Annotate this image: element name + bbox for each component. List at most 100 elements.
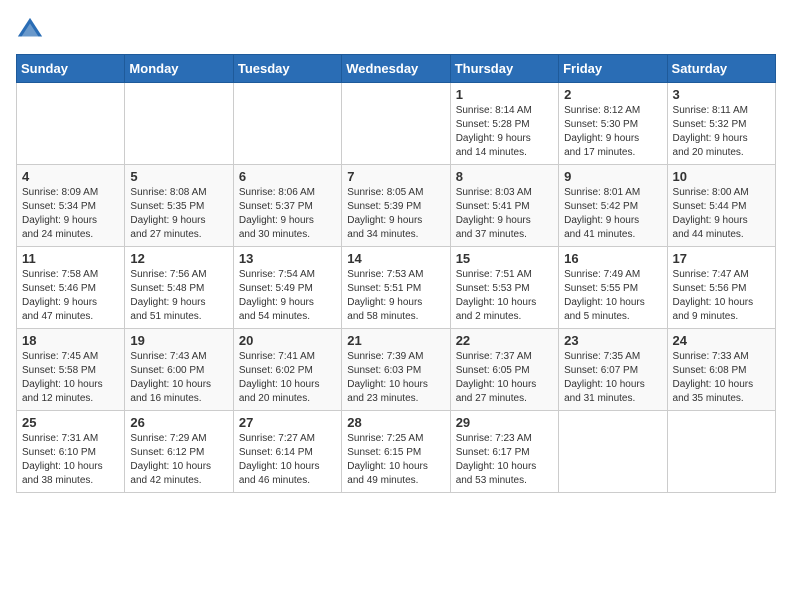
calendar-cell: 14 Sunrise: 7:53 AM Sunset: 5:51 PM Dayli… [342,247,450,329]
day-number: 5 [130,169,227,184]
calendar-cell: 26 Sunrise: 7:29 AM Sunset: 6:12 PM Dayli… [125,411,233,493]
calendar-cell: 5 Sunrise: 8:08 AM Sunset: 5:35 PM Daylig… [125,165,233,247]
calendar-cell: 22 Sunrise: 7:37 AM Sunset: 6:05 PM Dayli… [450,329,558,411]
day-info: Sunrise: 8:06 AM Sunset: 5:37 PM Dayligh… [239,186,336,242]
day-number: 19 [130,333,227,348]
day-number: 2 [564,87,661,102]
week-row-4: 25 Sunrise: 7:31 AM Sunset: 6:10 PM Dayli… [17,411,776,493]
calendar-cell: 1Sunrise: 8:14 AM Sunset: 5:28 PM Daylig… [450,83,558,165]
day-info: Sunrise: 7:35 AM Sunset: 6:07 PM Dayligh… [564,350,661,406]
calendar-cell: 6 Sunrise: 8:06 AM Sunset: 5:37 PM Daylig… [233,165,341,247]
day-number: 11 [22,251,119,266]
calendar-cell: 21Sunrise: 7:39 AM Sunset: 6:03 PM Dayli… [342,329,450,411]
calendar-cell: 23 Sunrise: 7:35 AM Sunset: 6:07 PM Dayli… [559,329,667,411]
calendar-cell [17,83,125,165]
day-number: 27 [239,415,336,430]
calendar-cell: 24 Sunrise: 7:33 AM Sunset: 6:08 PM Dayli… [667,329,775,411]
day-number: 24 [673,333,770,348]
day-number: 26 [130,415,227,430]
calendar-cell: 11 Sunrise: 7:58 AM Sunset: 5:46 PM Dayli… [17,247,125,329]
calendar-cell: 9Sunrise: 8:01 AM Sunset: 5:42 PM Daylig… [559,165,667,247]
calendar-cell: 17 Sunrise: 7:47 AM Sunset: 5:56 PM Dayli… [667,247,775,329]
day-number: 16 [564,251,661,266]
logo [16,16,48,44]
day-number: 8 [456,169,553,184]
col-header-thursday: Thursday [450,55,558,83]
calendar-cell: 10 Sunrise: 8:00 AM Sunset: 5:44 PM Dayli… [667,165,775,247]
day-number: 15 [456,251,553,266]
day-number: 10 [673,169,770,184]
day-number: 25 [22,415,119,430]
day-info: Sunrise: 7:45 AM Sunset: 5:58 PM Dayligh… [22,350,119,406]
calendar-cell [233,83,341,165]
day-info: Sunrise: 7:53 AM Sunset: 5:51 PM Dayligh… [347,268,444,324]
day-info: Sunrise: 8:05 AM Sunset: 5:39 PM Dayligh… [347,186,444,242]
logo-icon [16,16,44,44]
day-info: Sunrise: 7:29 AM Sunset: 6:12 PM Dayligh… [130,432,227,488]
day-info: Sunrise: 7:51 AM Sunset: 5:53 PM Dayligh… [456,268,553,324]
calendar-cell: 15 Sunrise: 7:51 AM Sunset: 5:53 PM Dayli… [450,247,558,329]
day-number: 4 [22,169,119,184]
day-info: Sunrise: 8:14 AM Sunset: 5:28 PM Dayligh… [456,104,553,160]
calendar-cell: 8 Sunrise: 8:03 AM Sunset: 5:41 PM Daylig… [450,165,558,247]
calendar-cell: 27 Sunrise: 7:27 AM Sunset: 6:14 PM Dayli… [233,411,341,493]
calendar-cell: 18 Sunrise: 7:45 AM Sunset: 5:58 PM Dayli… [17,329,125,411]
col-header-sunday: Sunday [17,55,125,83]
day-info: Sunrise: 8:00 AM Sunset: 5:44 PM Dayligh… [673,186,770,242]
day-number: 29 [456,415,553,430]
day-info: Sunrise: 8:08 AM Sunset: 5:35 PM Dayligh… [130,186,227,242]
calendar-cell: 28 Sunrise: 7:25 AM Sunset: 6:15 PM Dayli… [342,411,450,493]
day-number: 17 [673,251,770,266]
day-number: 28 [347,415,444,430]
calendar-cell [667,411,775,493]
week-row-1: 4 Sunrise: 8:09 AM Sunset: 5:34 PM Daylig… [17,165,776,247]
col-header-tuesday: Tuesday [233,55,341,83]
day-number: 20 [239,333,336,348]
day-info: Sunrise: 8:12 AM Sunset: 5:30 PM Dayligh… [564,104,661,160]
day-number: 18 [22,333,119,348]
day-info: Sunrise: 7:37 AM Sunset: 6:05 PM Dayligh… [456,350,553,406]
calendar-cell: 20 Sunrise: 7:41 AM Sunset: 6:02 PM Dayli… [233,329,341,411]
day-info: Sunrise: 7:33 AM Sunset: 6:08 PM Dayligh… [673,350,770,406]
calendar-cell: 2 Sunrise: 8:12 AM Sunset: 5:30 PM Daylig… [559,83,667,165]
day-info: Sunrise: 7:23 AM Sunset: 6:17 PM Dayligh… [456,432,553,488]
week-row-3: 18 Sunrise: 7:45 AM Sunset: 5:58 PM Dayli… [17,329,776,411]
calendar-table: SundayMondayTuesdayWednesdayThursdayFrid… [16,54,776,493]
calendar-cell: 3Sunrise: 8:11 AM Sunset: 5:32 PM Daylig… [667,83,775,165]
calendar-cell [125,83,233,165]
day-number: 13 [239,251,336,266]
calendar-cell: 7 Sunrise: 8:05 AM Sunset: 5:39 PM Daylig… [342,165,450,247]
day-number: 12 [130,251,227,266]
week-row-2: 11 Sunrise: 7:58 AM Sunset: 5:46 PM Dayli… [17,247,776,329]
day-info: Sunrise: 7:25 AM Sunset: 6:15 PM Dayligh… [347,432,444,488]
day-number: 9 [564,169,661,184]
day-info: Sunrise: 7:43 AM Sunset: 6:00 PM Dayligh… [130,350,227,406]
day-number: 7 [347,169,444,184]
calendar-cell: 12Sunrise: 7:56 AM Sunset: 5:48 PM Dayli… [125,247,233,329]
day-info: Sunrise: 7:31 AM Sunset: 6:10 PM Dayligh… [22,432,119,488]
day-number: 6 [239,169,336,184]
calendar-cell [342,83,450,165]
day-info: Sunrise: 7:41 AM Sunset: 6:02 PM Dayligh… [239,350,336,406]
calendar-cell: 19 Sunrise: 7:43 AM Sunset: 6:00 PM Dayli… [125,329,233,411]
day-info: Sunrise: 7:49 AM Sunset: 5:55 PM Dayligh… [564,268,661,324]
day-number: 14 [347,251,444,266]
day-info: Sunrise: 8:09 AM Sunset: 5:34 PM Dayligh… [22,186,119,242]
day-info: Sunrise: 7:58 AM Sunset: 5:46 PM Dayligh… [22,268,119,324]
col-header-friday: Friday [559,55,667,83]
calendar-cell: 16 Sunrise: 7:49 AM Sunset: 5:55 PM Dayli… [559,247,667,329]
day-info: Sunrise: 8:03 AM Sunset: 5:41 PM Dayligh… [456,186,553,242]
day-info: Sunrise: 7:54 AM Sunset: 5:49 PM Dayligh… [239,268,336,324]
calendar-cell [559,411,667,493]
calendar-cell: 13 Sunrise: 7:54 AM Sunset: 5:49 PM Dayli… [233,247,341,329]
week-row-0: 1Sunrise: 8:14 AM Sunset: 5:28 PM Daylig… [17,83,776,165]
day-number: 3 [673,87,770,102]
col-header-monday: Monday [125,55,233,83]
day-number: 22 [456,333,553,348]
col-header-saturday: Saturday [667,55,775,83]
day-number: 21 [347,333,444,348]
day-info: Sunrise: 7:27 AM Sunset: 6:14 PM Dayligh… [239,432,336,488]
page-header [16,16,776,44]
day-number: 23 [564,333,661,348]
day-info: Sunrise: 7:47 AM Sunset: 5:56 PM Dayligh… [673,268,770,324]
